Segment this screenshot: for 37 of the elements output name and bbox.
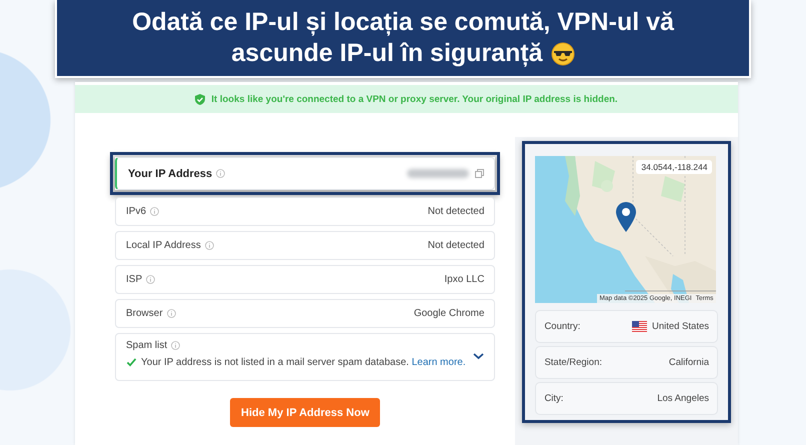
location-label: Country: xyxy=(544,321,580,332)
spam-status-text: Your IP address is not listed in a mail server spam database. Learn more. xyxy=(141,357,466,368)
location-value: California xyxy=(668,357,709,368)
info-icon[interactable] xyxy=(204,241,214,250)
info-icon[interactable] xyxy=(171,341,180,350)
location-pin-icon xyxy=(615,202,638,232)
location-label: City: xyxy=(544,393,564,404)
row-value: Not detected xyxy=(428,240,484,251)
sunglasses-smiley-icon xyxy=(550,42,575,66)
copy-icon[interactable] xyxy=(475,169,484,178)
location-label: State/Region: xyxy=(544,357,602,368)
info-icon[interactable] xyxy=(216,169,226,178)
row-value: Not detected xyxy=(428,206,484,217)
hide-ip-button[interactable]: Hide My IP Address Now xyxy=(230,398,380,427)
headline-text: Odată ce IP-ul și locația se comută, VPN-ul vă xyxy=(132,7,674,38)
learn-more-link[interactable]: Learn more. xyxy=(412,357,466,368)
location-value: United States xyxy=(652,321,709,332)
checkmark-icon xyxy=(126,358,137,367)
notice-text: It looks like you're connected to a VPN or proxy server. Your original IP address is hidden. xyxy=(211,94,618,104)
row-label: IPv6 xyxy=(126,206,146,217)
row-value: Ipxo LLC xyxy=(444,274,484,285)
row-label: Local IP Address xyxy=(126,240,201,251)
redacted-ip-address xyxy=(407,169,470,178)
info-icon[interactable] xyxy=(150,207,160,216)
chevron-icon[interactable] xyxy=(473,352,484,360)
location-value: Los Angeles xyxy=(657,393,709,404)
coordinates-label: 34.0544,-118.244 xyxy=(636,160,712,174)
row-label: Spam list xyxy=(126,340,168,351)
shield-check-icon xyxy=(195,94,206,104)
info-icon[interactable] xyxy=(166,309,176,318)
row-label: Browser xyxy=(126,308,163,319)
row-label: Your IP Address xyxy=(128,168,212,180)
headline-text: ascunde IP-ul în siguranță xyxy=(231,38,543,69)
info-icon[interactable] xyxy=(146,275,156,284)
flag-icon xyxy=(632,320,647,332)
row-label: ISP xyxy=(126,274,142,285)
row-value: Google Chrome xyxy=(414,308,484,319)
